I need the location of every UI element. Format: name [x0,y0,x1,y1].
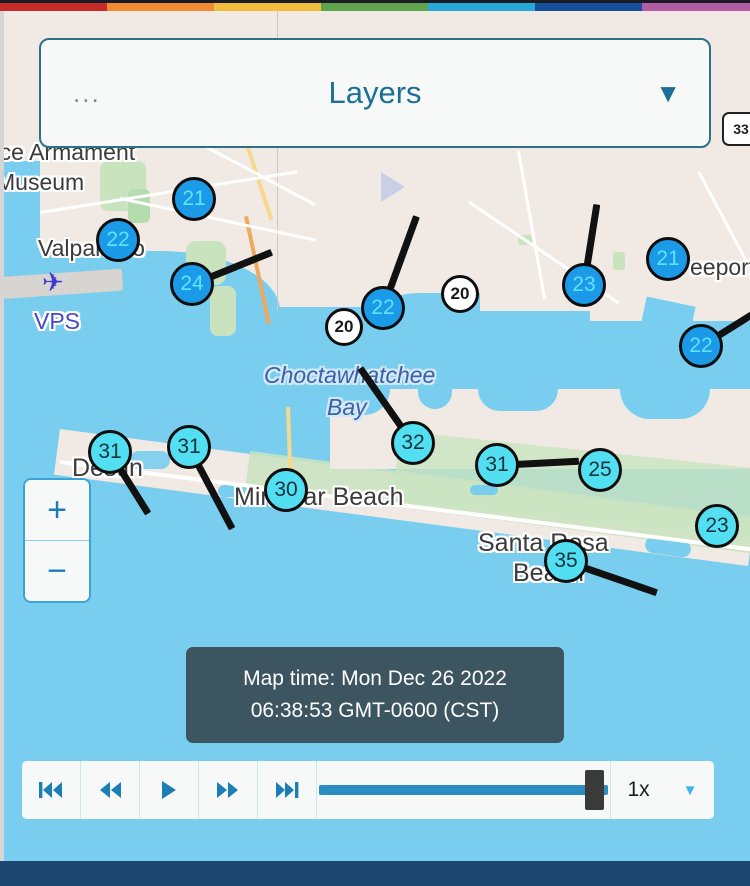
time-slider-thumb[interactable] [585,770,604,810]
fast-forward-icon [217,782,238,798]
layers-options-button[interactable]: ... [73,79,101,106]
label-vps-airport: VPS [34,308,81,334]
step-forward-button[interactable] [199,761,258,819]
layers-panel[interactable]: ... Layers ▼ [39,38,711,148]
label-choctawhatchee-bay-line2: Bay [327,394,367,420]
time-slider[interactable] [317,761,610,819]
left-gutter [0,11,4,861]
color-strip-segment-orange [107,3,214,11]
station-value-bubble[interactable]: 22 [679,324,723,368]
skip-to-end-button[interactable] [258,761,317,819]
label-choctawhatchee-bay-line1: Choctawhatchee [264,362,436,388]
play-triangle-marker [381,172,405,202]
station-value-bubble[interactable]: 31 [475,443,519,487]
station-value-bubble[interactable]: 30 [264,468,308,512]
time-slider-track [319,785,608,795]
station-value-bubble[interactable]: 25 [578,448,622,492]
map-time-tooltip: Map time: Mon Dec 26 2022 06:38:53 GMT-0… [186,647,564,743]
bottom-app-bar [0,861,750,886]
park-north-4 [210,286,236,336]
station-value-bubble[interactable]: 23 [695,504,739,548]
map-viewer-app: ✈ 33 rce Armament Museum Valparaiso VPS Choc… [0,0,750,886]
station-value-bubble[interactable]: 31 [88,430,132,474]
station-value-bubble[interactable]: 35 [544,539,588,583]
zoom-controls[interactable]: + − [23,478,91,603]
station-value-bubble[interactable]: 31 [167,425,211,469]
color-strip-segment-green [321,3,428,11]
rewind-icon [100,782,121,798]
us-highway-shield: 33 [722,112,750,146]
color-strip-segment-yellow [214,3,321,11]
step-backward-button[interactable] [81,761,140,819]
park-freeport-2 [613,252,625,270]
label-miramar-beach: Miramar Beach [234,483,404,511]
chevron-down-icon: ▼ [682,781,698,799]
color-strip-segment-blue [535,3,642,11]
station-value-bubble[interactable]: 20 [325,308,363,346]
chevron-down-icon[interactable]: ▼ [655,80,681,106]
airplane-icon: ✈ [42,267,64,297]
skip-to-start-button[interactable] [22,761,81,819]
station-value-bubble[interactable]: 22 [361,286,405,330]
zoom-in-label: + [47,491,67,529]
highway-shield-number: 33 [733,121,749,137]
color-strip-segment-red [0,3,107,11]
playback-speed-select[interactable]: 1x ▼ [610,761,714,819]
station-value-bubble[interactable]: 22 [96,218,140,262]
color-strip-segment-purple [642,3,750,11]
color-strip [0,0,750,11]
station-value-bubble[interactable]: 24 [170,262,214,306]
station-value-bubble[interactable]: 21 [646,237,690,281]
water-notch-3 [478,389,558,411]
playback-toolbar[interactable]: 1x ▼ [22,761,714,819]
label-santa-rosa-beach-line1: Santa Rosa [478,529,609,557]
station-value-bubble[interactable]: 21 [172,177,216,221]
skip-forward-icon [276,782,299,798]
zoom-out-label: − [47,552,67,590]
label-freeport: eeport [690,254,750,280]
station-value-bubble[interactable]: 20 [441,275,479,313]
station-value-bubble[interactable]: 23 [562,263,606,307]
play-icon [162,781,176,799]
color-strip-segment-cyan [428,3,535,11]
station-value-bubble[interactable]: 32 [391,421,435,465]
map-time-line-1: Map time: Mon Dec 26 2022 [243,667,507,690]
playback-speed-label: 1x [627,778,650,801]
layers-panel-title: Layers [328,75,422,110]
map-time-line-2: 06:38:53 GMT-0600 (CST) [250,698,500,722]
zoom-in-button[interactable]: + [25,480,89,541]
zoom-out-button[interactable]: − [25,541,89,601]
label-air-force-armament-museum-line2: Museum [0,169,85,195]
play-button[interactable] [140,761,199,819]
skip-back-icon [39,782,62,798]
